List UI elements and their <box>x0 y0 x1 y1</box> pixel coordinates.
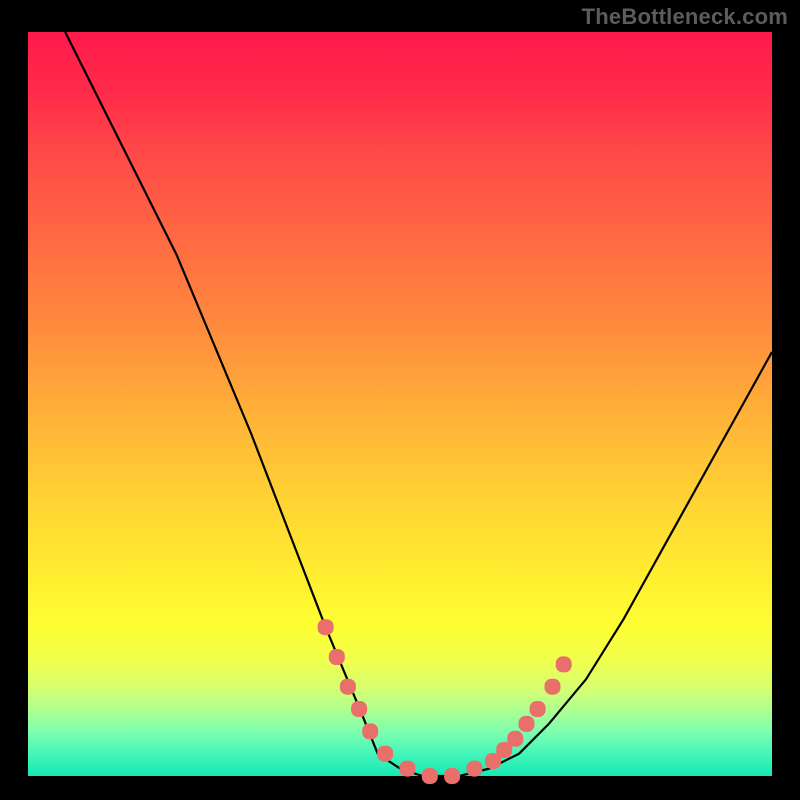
curve-marker <box>556 656 572 672</box>
curve-marker <box>340 679 356 695</box>
curve-marker <box>530 701 546 717</box>
curve-layer <box>28 32 772 776</box>
marker-group <box>318 619 572 784</box>
bottleneck-curve <box>65 32 772 776</box>
curve-marker <box>318 619 334 635</box>
curve-marker <box>329 649 345 665</box>
curve-marker <box>399 761 415 777</box>
curve-marker <box>545 679 561 695</box>
curve-marker <box>377 746 393 762</box>
plot-area <box>28 32 772 776</box>
curve-marker <box>519 716 535 732</box>
curve-marker <box>351 701 367 717</box>
curve-marker <box>362 723 378 739</box>
curve-marker <box>507 731 523 747</box>
curve-marker <box>466 761 482 777</box>
chart-frame: TheBottleneck.com <box>0 0 800 800</box>
watermark-text: TheBottleneck.com <box>582 4 788 30</box>
curve-marker <box>444 768 460 784</box>
curve-marker <box>422 768 438 784</box>
